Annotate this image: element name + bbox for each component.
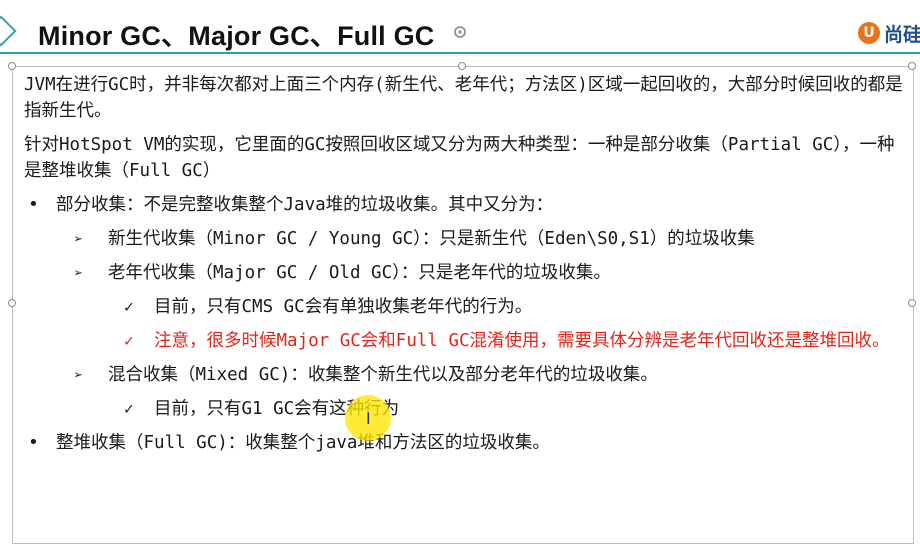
resize-handle-left[interactable] xyxy=(8,299,16,307)
cms-gc-text: 目前，只有CMS GC会有单独收集老年代的行为。 xyxy=(154,297,533,317)
list-item: ➢ 新生代收集（Minor GC / Young GC）：只是新生代（Eden\… xyxy=(24,226,904,252)
partial-gc-text: 部分收集：不是完整收集整个Java堆的垃圾收集。其中又分为： xyxy=(56,195,554,215)
full-gc-text: 整堆收集（Full GC)：收集整个java堆和方法区的垃圾收集。 xyxy=(56,433,550,453)
minor-gc-text: 新生代收集（Minor GC / Young GC）：只是新生代（Eden\S0… xyxy=(108,229,755,249)
resize-handle-top-left[interactable] xyxy=(8,62,16,70)
bullet-dot-icon: • xyxy=(28,194,39,215)
diamond-icon xyxy=(0,15,17,47)
slide-title: Minor GC、Major GC、Full GC xyxy=(38,21,435,51)
slide-content: JVM在进行GC时，并非每次都对上面三个内存(新生代、老年代；方法区)区域一起回… xyxy=(24,72,904,464)
checkmark-icon: ✓ xyxy=(124,297,134,316)
resize-handle-top-right[interactable] xyxy=(908,62,916,70)
logo-icon: U xyxy=(858,22,880,44)
arrow-bullet-icon: ➢ xyxy=(74,366,84,384)
gear-icon xyxy=(454,26,466,38)
list-item: • 整堆收集（Full GC)：收集整个java堆和方法区的垃圾收集。 xyxy=(24,430,904,456)
resize-handle-top[interactable] xyxy=(458,62,466,70)
checkmark-icon: ✓ xyxy=(124,399,134,418)
list-item: ✓ 目前，只有G1 GC会有这种行为 xyxy=(24,396,904,422)
mixed-gc-text: 混合收集（Mixed GC)：收集整个新生代以及部分老年代的垃圾收集。 xyxy=(108,365,658,385)
slide-header: Minor GC、Major GC、Full GC U 尚硅 xyxy=(0,0,920,55)
major-full-gc-warning-text: 注意，很多时候Major GC会和Full GC混淆使用，需要具体分辨是老年代回… xyxy=(154,331,890,351)
hotspot-paragraph: 针对HotSpot VM的实现，它里面的GC按照回收区域又分为两大种类型：一种是… xyxy=(24,135,895,181)
brand-logo: U 尚硅 xyxy=(858,20,920,46)
bullet-dot-icon: • xyxy=(28,432,39,453)
intro-paragraph: JVM在进行GC时，并非每次都对上面三个内存(新生代、老年代；方法区)区域一起回… xyxy=(24,75,903,121)
resize-handle-right[interactable] xyxy=(908,299,916,307)
list-item: ✓ 目前，只有CMS GC会有单独收集老年代的行为。 xyxy=(24,294,904,320)
title-underline xyxy=(0,52,920,54)
list-item: ✓ 注意，很多时候Major GC会和Full GC混淆使用，需要具体分辨是老年… xyxy=(24,328,904,354)
list-item: ➢ 老年代收集（Major GC / Old GC）：只是老年代的垃圾收集。 xyxy=(24,260,904,286)
arrow-bullet-icon: ➢ xyxy=(74,230,84,248)
list-item: ➢ 混合收集（Mixed GC)：收集整个新生代以及部分老年代的垃圾收集。 xyxy=(24,362,904,388)
logo-text: 尚硅 xyxy=(884,23,920,46)
major-gc-text: 老年代收集（Major GC / Old GC）：只是老年代的垃圾收集。 xyxy=(108,263,611,283)
arrow-bullet-icon: ➢ xyxy=(74,264,84,282)
checkmark-icon: ✓ xyxy=(124,331,134,350)
text-cursor-icon: I xyxy=(366,409,371,428)
list-item: • 部分收集：不是完整收集整个Java堆的垃圾收集。其中又分为： xyxy=(24,192,904,218)
